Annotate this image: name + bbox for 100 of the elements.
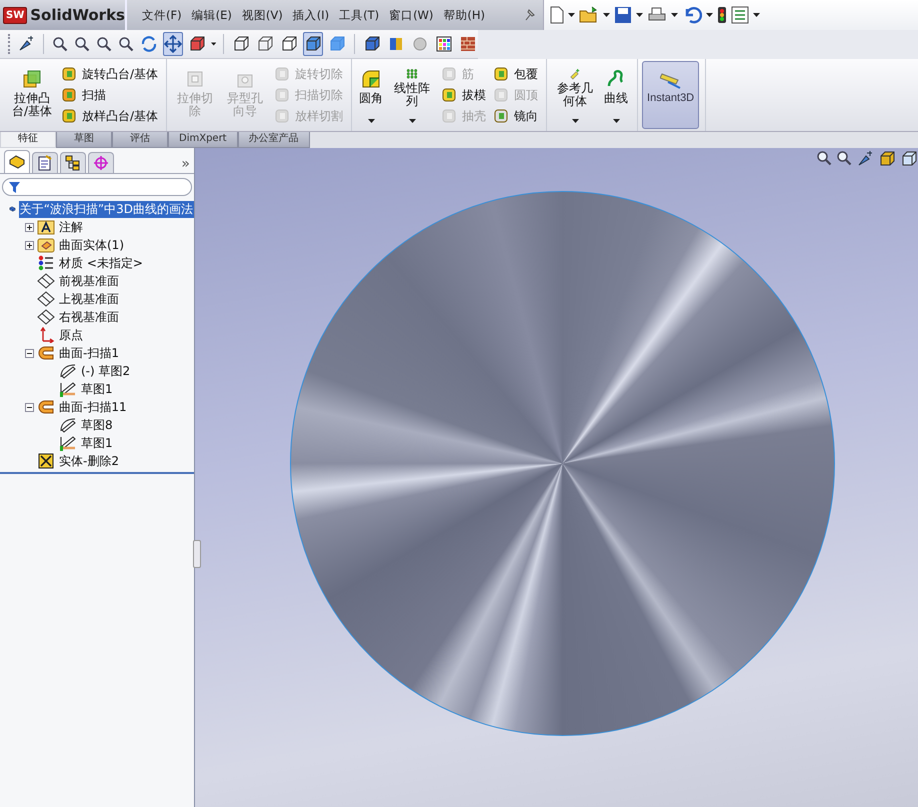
tab[interactable]: 评估 bbox=[112, 132, 168, 148]
mirror-icon bbox=[492, 107, 510, 125]
zoom-area-icon[interactable] bbox=[836, 150, 852, 166]
section-view-icon[interactable] bbox=[188, 35, 206, 53]
tree-item[interactable]: 草图1 bbox=[80, 434, 114, 452]
dropdown-caret-icon[interactable] bbox=[211, 42, 216, 46]
filter-field[interactable] bbox=[2, 178, 192, 196]
dropdown-caret-icon[interactable] bbox=[636, 13, 643, 17]
tab[interactable]: 办公室产品 bbox=[238, 132, 310, 148]
command-button[interactable]: 圆角 bbox=[356, 61, 386, 129]
tree-item[interactable]: 注解 bbox=[58, 218, 84, 236]
shaded-icon[interactable] bbox=[328, 35, 346, 53]
menu-item[interactable]: 插入(I) bbox=[288, 6, 334, 24]
command-button[interactable]: 拔模 bbox=[438, 85, 488, 105]
wireframe-icon[interactable] bbox=[232, 35, 250, 53]
expand-icon[interactable] bbox=[24, 240, 34, 250]
dropdown-caret-icon[interactable] bbox=[568, 13, 575, 17]
tab[interactable]: 特征 bbox=[0, 132, 56, 148]
rotate-icon[interactable] bbox=[140, 35, 158, 53]
shaded-edges-icon[interactable] bbox=[304, 35, 322, 53]
tree-item[interactable]: 曲面实体(1) bbox=[58, 236, 125, 254]
options-list-icon[interactable] bbox=[731, 6, 749, 24]
dropdown-caret-icon[interactable] bbox=[368, 119, 375, 123]
pan-icon[interactable] bbox=[164, 35, 182, 53]
open-folder-icon[interactable] bbox=[579, 6, 599, 24]
panel-tab[interactable] bbox=[60, 152, 86, 173]
tree-item[interactable]: 草图1 bbox=[80, 380, 114, 398]
command-button[interactable]: 镜向 bbox=[490, 106, 540, 126]
hidden-lines-removed-icon[interactable] bbox=[280, 35, 298, 53]
zoom-selection-icon[interactable] bbox=[118, 36, 134, 52]
new-document-icon[interactable] bbox=[550, 6, 564, 24]
plane-icon bbox=[37, 291, 55, 307]
save-icon[interactable] bbox=[614, 6, 632, 24]
view-orientation-icon[interactable] bbox=[17, 35, 36, 53]
menu-item[interactable]: 视图(V) bbox=[236, 6, 288, 24]
rib-icon bbox=[440, 65, 458, 83]
sweep-icon bbox=[37, 345, 55, 361]
brick-texture-icon[interactable] bbox=[458, 35, 477, 53]
zoom-in-out-icon[interactable] bbox=[96, 36, 112, 52]
dropdown-caret-icon[interactable] bbox=[753, 13, 760, 17]
tab[interactable]: DimXpert bbox=[168, 132, 238, 148]
command-button[interactable]: 旋转凸台/基体 bbox=[58, 64, 160, 84]
view-orientation-icon[interactable] bbox=[856, 150, 874, 168]
traffic-light-icon[interactable] bbox=[717, 6, 727, 24]
menu-item[interactable]: 工具(T) bbox=[334, 6, 384, 24]
command-button[interactable]: 扫描 bbox=[58, 85, 160, 105]
toggle-button[interactable]: Instant3D bbox=[642, 61, 700, 129]
command-button[interactable]: 曲线 bbox=[601, 61, 632, 129]
tree-item[interactable]: 右视基准面 bbox=[58, 308, 120, 326]
plane-icon bbox=[37, 273, 55, 289]
tree-item[interactable]: 前视基准面 bbox=[58, 272, 120, 290]
command-button[interactable]: 参考几何体 bbox=[551, 61, 600, 129]
command-button[interactable]: 放样凸台/基体 bbox=[58, 106, 160, 126]
command-button[interactable]: 包覆 bbox=[490, 64, 540, 84]
revolve-cut-icon bbox=[273, 65, 292, 83]
zoom-area-icon[interactable] bbox=[74, 36, 90, 52]
tree-item[interactable]: 上视基准面 bbox=[58, 290, 120, 308]
tree-item[interactable]: 实体-删除2 bbox=[58, 452, 120, 470]
hidden-lines-visible-icon[interactable] bbox=[256, 35, 274, 53]
delete-body-icon bbox=[37, 453, 55, 469]
menu-item[interactable]: 窗口(W) bbox=[384, 6, 438, 24]
panel-tab[interactable] bbox=[4, 150, 30, 173]
tab[interactable]: 草图 bbox=[56, 132, 112, 148]
dropdown-caret-icon[interactable] bbox=[603, 13, 610, 17]
expand-panel-button[interactable]: » bbox=[181, 156, 190, 172]
sketch-icon bbox=[59, 435, 77, 451]
sketch-icon bbox=[59, 417, 77, 433]
app-logo-text: SolidWorks bbox=[30, 6, 125, 24]
tree-item[interactable]: (-) 草图2 bbox=[80, 362, 132, 380]
tree-item[interactable]: 原点 bbox=[58, 326, 84, 344]
command-button[interactable]: 拉伸凸台/基体 bbox=[8, 61, 56, 129]
pushpin-icon[interactable] bbox=[523, 7, 537, 23]
collapse-icon[interactable] bbox=[24, 402, 34, 412]
zoom-fit-icon[interactable] bbox=[816, 150, 832, 166]
command-button[interactable]: 线性阵列 bbox=[388, 61, 436, 129]
menu-item[interactable]: 编辑(E) bbox=[186, 6, 237, 24]
display-states-icon[interactable] bbox=[362, 35, 381, 53]
dropdown-caret-icon[interactable] bbox=[408, 119, 416, 123]
scene-icon[interactable] bbox=[410, 35, 429, 53]
dropdown-caret-icon[interactable] bbox=[671, 13, 678, 17]
dropdown-caret-icon[interactable] bbox=[612, 119, 620, 123]
tree-item[interactable]: 草图8 bbox=[80, 416, 114, 434]
part-icon bbox=[9, 155, 25, 169]
menu-item[interactable]: 文件(F) bbox=[137, 6, 187, 24]
panel-splitter-handle[interactable] bbox=[193, 540, 201, 568]
dropdown-caret-icon[interactable] bbox=[706, 13, 713, 17]
expand-icon[interactable] bbox=[24, 222, 34, 232]
panel-tab[interactable] bbox=[32, 152, 58, 173]
logo-badge: SW bbox=[3, 6, 28, 24]
tree-item[interactable]: 材质 <未指定> bbox=[58, 254, 144, 272]
tree-item[interactable]: 曲面-扫描11 bbox=[58, 398, 128, 416]
zoom-fit-icon[interactable] bbox=[52, 36, 68, 52]
collapse-icon[interactable] bbox=[24, 348, 34, 358]
tree-item[interactable]: 曲面-扫描1 bbox=[58, 344, 120, 362]
menu-item[interactable]: 帮助(H) bbox=[438, 6, 490, 24]
color-palette-icon[interactable] bbox=[434, 35, 453, 53]
section-view-icon[interactable] bbox=[900, 150, 918, 168]
tree-item[interactable]: 关于“波浪扫描”中3D曲线的画法 bbox=[18, 200, 194, 218]
display-icon[interactable] bbox=[878, 150, 896, 168]
dropdown-caret-icon[interactable] bbox=[572, 119, 579, 123]
